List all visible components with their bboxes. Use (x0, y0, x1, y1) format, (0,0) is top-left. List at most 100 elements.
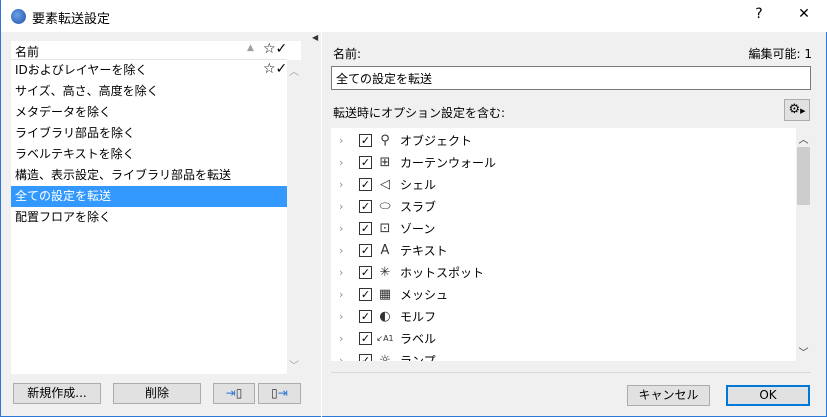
scroll-up-icon[interactable]: ︿ (287, 63, 301, 78)
ok-button[interactable]: OK (726, 385, 810, 406)
tree-row-label: ゾーン (400, 221, 436, 236)
tree-row-label: ホットスポット (400, 265, 485, 280)
tree-row[interactable]: › ✓ ⬭ スラブ (331, 195, 791, 217)
list-header[interactable]: 名前 ▲ ☆✓ (11, 41, 287, 60)
export-button[interactable]: ▯⇥ (258, 383, 301, 404)
close-button[interactable]: ✕ (794, 6, 814, 22)
cancel-button[interactable]: キャンセル (627, 385, 710, 406)
name-input[interactable]: 全ての設定を転送 (331, 66, 811, 90)
tree-row[interactable]: › ✓ ⊡ ゾーン (331, 217, 791, 239)
options-label: 転送時にオプション設定を含む: (333, 106, 506, 120)
row-checkbox[interactable]: ✓ (359, 309, 372, 323)
tree-row-label: メッシュ (400, 287, 449, 302)
tree-row-label: スラブ (400, 199, 437, 214)
scroll-down-icon[interactable]: ﹀ (796, 344, 811, 359)
list-item[interactable]: 全ての設定を転送 (11, 186, 287, 207)
list-item[interactable]: 配置フロアを除く (11, 207, 287, 228)
panel-divider[interactable] (321, 33, 322, 417)
title-bar: 要素転送設定 ? ✕ (1, 0, 827, 32)
tree-row-label: モルフ (400, 309, 437, 324)
import-button[interactable]: ⇥▯ (213, 383, 255, 404)
row-checkbox[interactable]: ✓ (359, 353, 372, 361)
expand-chevron-icon[interactable]: › (339, 354, 349, 362)
tree-row-label: ランプ (400, 353, 436, 362)
tree-row-label: テキスト (400, 243, 448, 258)
favorite-star-icon[interactable]: ☆✓ (263, 41, 287, 57)
row-checkbox[interactable]: ✓ (359, 177, 372, 191)
gear-menu-button[interactable]: ⚙▶ (784, 99, 810, 121)
expand-chevron-icon[interactable]: › (339, 332, 349, 345)
tree-scrollbar[interactable]: ︿ ﹀ (796, 128, 811, 361)
tree-row[interactable]: › ✓ ▦ メッシュ (331, 283, 791, 305)
collapse-panel-icon[interactable]: ◀ (312, 33, 318, 42)
tree-row[interactable]: › ✓ ☼ ランプ (331, 349, 791, 361)
tree-row-label: カーテンウォール (400, 155, 497, 170)
element-type-icon: ⊞ (379, 154, 391, 170)
list-item[interactable]: ラベルテキストを除く (11, 144, 287, 165)
editable-count: 編集可能: 1 (748, 47, 813, 61)
import-icon: ⇥ (225, 386, 236, 400)
list-item[interactable]: IDおよびレイヤーを除く (11, 60, 287, 81)
new-button[interactable]: 新規作成... (13, 383, 101, 404)
tree-row[interactable]: › ✓ ↙A1 ラベル (331, 327, 791, 349)
element-type-icon: ⊡ (379, 220, 391, 236)
row-checkbox[interactable]: ✓ (359, 133, 372, 147)
expand-chevron-icon[interactable]: › (339, 134, 349, 147)
element-type-icon: ✳ (379, 264, 391, 280)
row-checkbox[interactable]: ✓ (359, 155, 372, 169)
expand-chevron-icon[interactable]: › (339, 156, 349, 169)
app-logo-icon (11, 9, 26, 24)
settings-list: 名前 ▲ ☆✓ IDおよびレイヤーを除く サイズ、高さ、高度を除く メタデータを除く… (11, 41, 301, 374)
expand-chevron-icon[interactable]: › (339, 310, 349, 323)
list-item[interactable]: ライブラリ部品を除く (11, 123, 287, 144)
row-checkbox[interactable]: ✓ (359, 331, 372, 345)
list-item[interactable]: サイズ、高さ、高度を除く (11, 81, 287, 102)
element-type-icon: ☼ (379, 352, 391, 362)
gear-icon: ⚙ (788, 102, 801, 117)
row-checkbox[interactable]: ✓ (359, 243, 372, 257)
tree-row-label: オブジェクト (400, 133, 473, 148)
scroll-thumb[interactable] (797, 147, 810, 205)
row-checkbox[interactable]: ✓ (359, 221, 372, 235)
expand-chevron-icon[interactable]: › (339, 178, 349, 191)
list-scrollbar[interactable]: ︿ ﹀ (287, 60, 301, 374)
window-title: 要素転送設定 (32, 12, 111, 27)
options-tree: › ✓ ⚲ オブジェクト › ✓ ⊞ カーテンウォール › ✓ ◁ シェル › ✓ ⬭ スラブ › ✓ ⊡ ゾーン › ✓… (331, 128, 811, 361)
element-type-icon: ⬭ (379, 198, 391, 214)
row-checkbox[interactable]: ✓ (359, 265, 372, 279)
list-item[interactable]: 構造、表示設定、ライブラリ部品を転送 (11, 165, 287, 186)
expand-chevron-icon[interactable]: › (339, 222, 349, 235)
dialog-window: 要素転送設定 ? ✕ 名前 ▲ ☆✓ IDおよびレイヤーを除く サイズ、高さ、高度… (0, 0, 827, 417)
export-icon: ⇥ (277, 386, 288, 400)
expand-chevron-icon[interactable]: › (339, 288, 349, 301)
tree-row-label: シェル (400, 177, 437, 192)
element-type-icon: ◁ (380, 176, 390, 192)
tree-row[interactable]: › ✓ ✳ ホットスポット (331, 261, 791, 283)
element-type-icon: ⚲ (380, 132, 390, 148)
favorite-star-icon[interactable]: ☆✓ (263, 61, 287, 77)
sort-up-icon: ▲ (247, 43, 254, 53)
tree-row[interactable]: › ✓ A テキスト (331, 239, 791, 261)
row-checkbox[interactable]: ✓ (359, 199, 372, 213)
scroll-down-icon[interactable]: ﹀ (287, 357, 301, 372)
element-type-icon: ▦ (378, 286, 392, 302)
scroll-up-icon[interactable]: ︿ (796, 131, 811, 146)
expand-chevron-icon[interactable]: › (339, 200, 349, 213)
expand-chevron-icon[interactable]: › (339, 244, 349, 257)
element-type-icon: ◐ (379, 308, 391, 324)
tree-row[interactable]: › ✓ ◁ シェル (331, 173, 791, 195)
help-button[interactable]: ? (749, 6, 769, 22)
row-checkbox[interactable]: ✓ (359, 287, 372, 301)
delete-button[interactable]: 削除 (113, 383, 201, 404)
menu-arrow-icon: ▶ (800, 107, 806, 115)
tree-row[interactable]: › ✓ ◐ モルフ (331, 305, 791, 327)
list-item[interactable]: メタデータを除く (11, 102, 287, 123)
tree-row-label: ラベル (400, 331, 437, 346)
name-label: 名前: (333, 47, 362, 61)
tree-row[interactable]: › ✓ ⚲ オブジェクト (331, 129, 791, 151)
element-type-icon: ↙A1 (376, 333, 394, 343)
expand-chevron-icon[interactable]: › (339, 266, 349, 279)
tree-row[interactable]: › ✓ ⊞ カーテンウォール (331, 151, 791, 173)
element-type-icon: A (380, 242, 390, 258)
separator (331, 372, 811, 373)
